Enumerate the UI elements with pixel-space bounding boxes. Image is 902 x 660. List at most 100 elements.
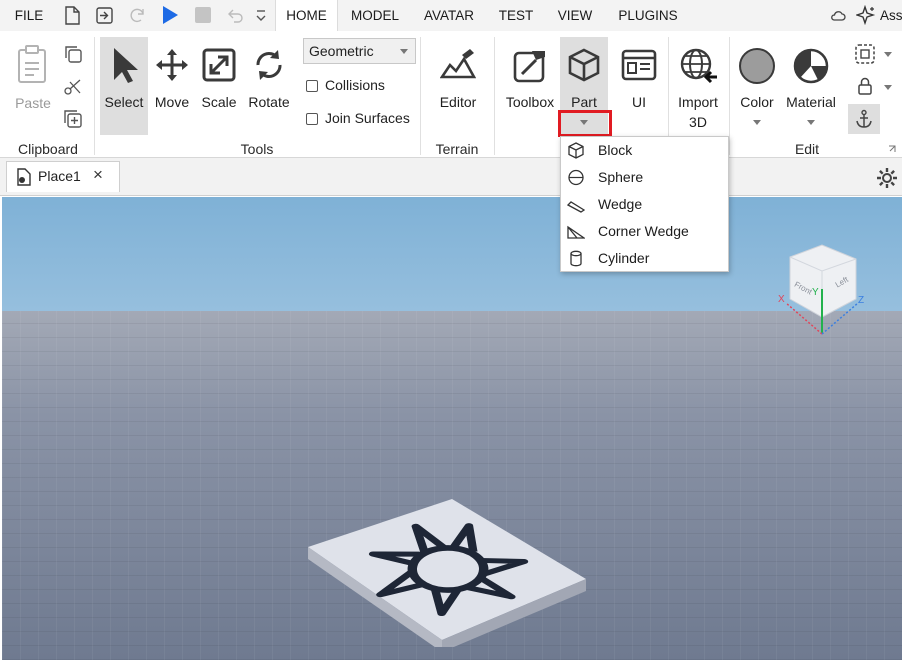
menu-item-cylinder[interactable]: Cylinder xyxy=(561,245,728,272)
wedge-icon xyxy=(567,201,585,213)
cloud-icon[interactable] xyxy=(830,8,846,22)
tools-group-label: Tools xyxy=(240,141,274,157)
cube-icon xyxy=(568,142,584,159)
move-arrows-icon xyxy=(156,49,188,81)
color-label: Color xyxy=(740,94,774,110)
paste-label: Paste xyxy=(15,95,51,111)
move-label: Move xyxy=(154,94,190,110)
select-tool-button[interactable]: Select xyxy=(100,37,148,135)
collisions-checkbox[interactable] xyxy=(306,80,318,92)
spawn-location[interactable] xyxy=(302,497,592,647)
cursor-arrow-icon xyxy=(114,48,138,83)
import-3d-label: 3D xyxy=(689,114,707,130)
menu-item-wedge[interactable]: Wedge xyxy=(561,191,728,218)
toolbox-button[interactable]: Toolbox xyxy=(502,37,558,135)
chevron-down-icon[interactable] xyxy=(884,85,892,90)
expand-group-icon[interactable] xyxy=(888,145,896,153)
menu-item-label: Corner Wedge xyxy=(598,223,689,239)
cut-icon[interactable] xyxy=(63,77,83,97)
editor-label: Editor xyxy=(439,94,477,110)
publish-icon[interactable] xyxy=(95,6,114,25)
close-icon[interactable]: × xyxy=(93,165,103,185)
redo-icon[interactable] xyxy=(129,6,147,24)
ribbon-toolbar: Paste Clipboard Select Move Scale Rotate… xyxy=(0,31,902,158)
view-cube[interactable]: Front Left X Y Z xyxy=(772,237,872,347)
import-label: Import xyxy=(678,94,718,110)
toolbox-label: Toolbox xyxy=(505,94,555,110)
undo-icon[interactable] xyxy=(226,6,244,24)
customize-quick-access-icon[interactable] xyxy=(255,9,267,23)
z-axis-label: Z xyxy=(858,295,864,306)
ui-button[interactable]: UI xyxy=(612,37,666,135)
menu-item-block[interactable]: Block xyxy=(561,137,728,164)
menu-item-label: Sphere xyxy=(598,169,644,185)
copy-icon[interactable] xyxy=(63,44,83,64)
import-globe-icon xyxy=(680,48,717,84)
separator xyxy=(729,37,730,155)
anchor-button[interactable] xyxy=(848,104,880,134)
menu-item-label: Block xyxy=(598,142,633,158)
anchor-icon xyxy=(856,109,872,128)
material-label: Material xyxy=(786,94,836,110)
duplicate-icon[interactable] xyxy=(63,109,83,129)
ui-label: UI xyxy=(632,94,646,110)
color-button[interactable]: Color xyxy=(734,37,780,135)
scale-icon xyxy=(202,48,236,82)
rotate-label: Rotate xyxy=(248,94,290,110)
stop-icon[interactable] xyxy=(195,7,211,23)
rotate-tool-button[interactable]: Rotate xyxy=(244,37,294,135)
menu-item-label: Cylinder xyxy=(598,250,650,266)
tab-home[interactable]: HOME xyxy=(275,0,338,31)
tab-model[interactable]: MODEL xyxy=(345,0,405,31)
highlight-annotation xyxy=(558,110,612,137)
clipboard-group-label: Clipboard xyxy=(18,141,78,157)
terrain-group-label: Terrain xyxy=(435,141,479,157)
material-button[interactable]: Material xyxy=(782,37,840,135)
group-icon[interactable] xyxy=(854,43,876,65)
separator xyxy=(420,37,421,155)
select-label: Select xyxy=(104,94,144,110)
separator xyxy=(494,37,495,155)
move-tool-button[interactable]: Move xyxy=(150,37,194,135)
play-icon[interactable] xyxy=(161,5,179,25)
join-surfaces-checkbox[interactable] xyxy=(306,113,318,125)
menu-item-label: Wedge xyxy=(598,196,643,212)
assistant-button[interactable]: Ass xyxy=(880,0,902,31)
menu-bar: FILE HOME MODEL AVATAR TEST VIEW PLUGINS… xyxy=(0,0,902,31)
file-menu[interactable]: FILE xyxy=(8,0,50,31)
tab-place1[interactable]: Place1 × xyxy=(6,161,120,192)
separator xyxy=(94,37,95,155)
new-file-icon[interactable] xyxy=(64,6,80,25)
terrain-editor-icon xyxy=(440,49,476,79)
import-3d-button[interactable]: Import 3D xyxy=(672,37,724,137)
collisions-label: Collisions xyxy=(325,77,385,93)
tab-view[interactable]: VIEW xyxy=(552,0,598,31)
lock-icon[interactable] xyxy=(856,76,874,96)
corner-wedge-icon xyxy=(567,225,585,239)
tab-test[interactable]: TEST xyxy=(493,0,539,31)
part-label: Part xyxy=(571,94,597,110)
transform-mode-value: Geometric xyxy=(309,43,374,59)
menu-item-sphere[interactable]: Sphere xyxy=(561,164,728,191)
material-sphere-icon xyxy=(793,48,829,84)
x-axis-label: X xyxy=(778,294,785,305)
3d-viewport[interactable]: Front Left X Y Z xyxy=(2,197,902,660)
rotate-icon xyxy=(256,50,282,80)
scale-tool-button[interactable]: Scale xyxy=(196,37,242,135)
color-swatch-icon xyxy=(739,48,775,84)
terrain-editor-button[interactable]: Editor xyxy=(430,37,486,135)
paste-button[interactable]: Paste xyxy=(10,37,56,117)
cylinder-icon xyxy=(570,250,582,267)
scale-label: Scale xyxy=(201,94,237,110)
y-axis-label: Y xyxy=(812,287,819,298)
tab-avatar[interactable]: AVATAR xyxy=(418,0,480,31)
tab-plugins[interactable]: PLUGINS xyxy=(612,0,684,31)
transform-mode-dropdown[interactable]: Geometric xyxy=(303,38,416,64)
gear-icon[interactable] xyxy=(876,167,898,189)
menu-item-corner-wedge[interactable]: Corner Wedge xyxy=(561,218,728,245)
sphere-icon xyxy=(568,169,584,186)
tab-title: Place1 xyxy=(38,168,81,184)
clipboard-icon xyxy=(18,45,46,83)
chevron-down-icon[interactable] xyxy=(884,52,892,57)
sparkle-icon[interactable] xyxy=(856,5,876,25)
